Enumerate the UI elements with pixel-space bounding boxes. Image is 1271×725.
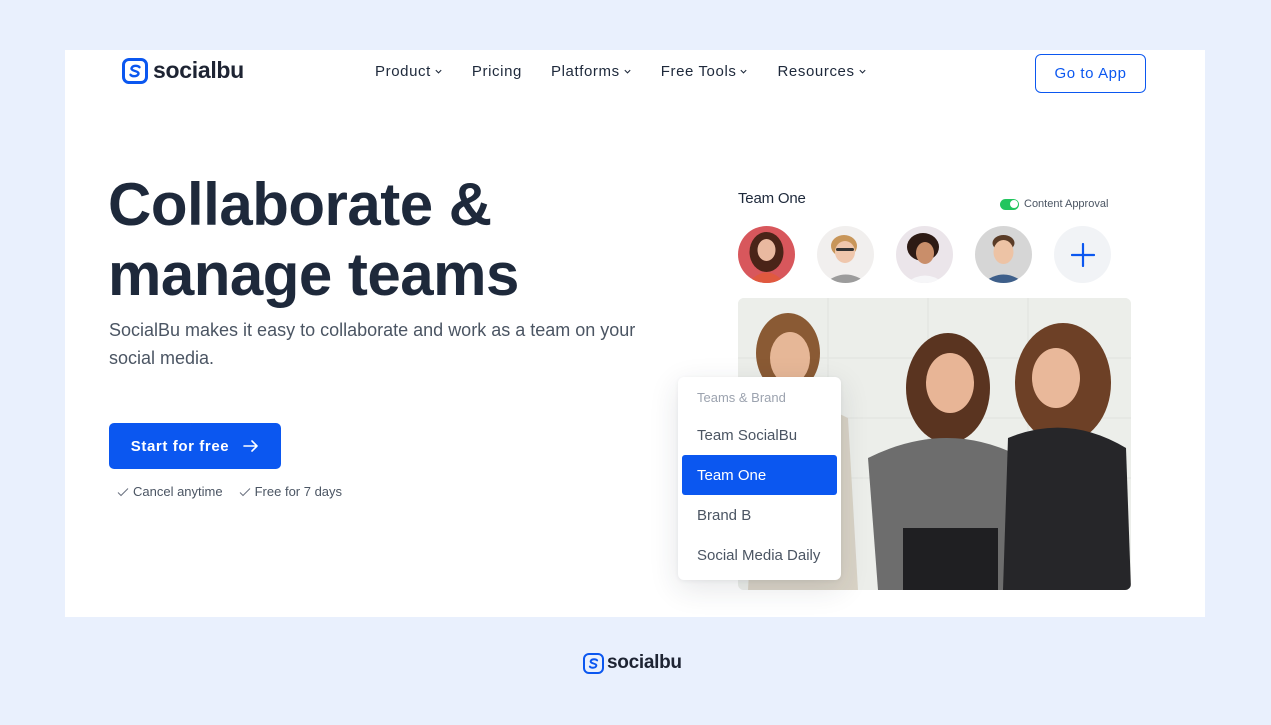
arrow-right-icon bbox=[243, 440, 259, 452]
dropdown-item-social-media-daily[interactable]: Social Media Daily bbox=[682, 535, 837, 575]
nav-resources-label: Resources bbox=[777, 63, 855, 80]
member-photo-1 bbox=[738, 226, 795, 283]
chevron-down-icon bbox=[859, 69, 866, 74]
dropdown-item-team-one[interactable]: Team One bbox=[682, 455, 837, 495]
team-title: Team One bbox=[738, 190, 806, 207]
hero-headline: Collaborate & manage teams bbox=[108, 170, 519, 310]
avatar[interactable] bbox=[975, 226, 1032, 283]
checkmark-icon bbox=[117, 487, 129, 496]
avatar[interactable] bbox=[817, 226, 874, 283]
member-photo-2 bbox=[817, 226, 874, 283]
perk-item: Cancel anytime bbox=[117, 484, 223, 499]
headline-line-1: Collaborate & bbox=[108, 171, 492, 238]
content-approval-toggle[interactable] bbox=[1000, 198, 1019, 210]
brand-logo[interactable]: socialbu bbox=[122, 57, 244, 84]
headline-line-2: manage teams bbox=[108, 241, 519, 308]
socialbu-logo-icon bbox=[583, 652, 604, 674]
perk-item: Free for 7 days bbox=[239, 484, 342, 499]
nav-platforms-label: Platforms bbox=[550, 63, 620, 80]
main-nav: Product Pricing Platforms Free Tools Res… bbox=[375, 63, 867, 80]
footer-logo: socialbu bbox=[583, 652, 682, 674]
footer-brand-name: socialbu bbox=[607, 652, 682, 673]
hero-subtext: SocialBu makes it easy to collaborate an… bbox=[109, 320, 636, 368]
team-members bbox=[738, 226, 1111, 283]
chevron-down-icon bbox=[740, 69, 748, 74]
nav-product-label: Product bbox=[375, 63, 431, 80]
start-for-free-button[interactable]: Start for free bbox=[109, 423, 281, 469]
nav-pricing[interactable]: Pricing bbox=[472, 63, 522, 80]
member-photo-3 bbox=[896, 226, 953, 283]
socialbu-logo-icon bbox=[122, 57, 148, 84]
cta-label: Start for free bbox=[130, 437, 230, 455]
nav-pricing-label: Pricing bbox=[471, 63, 522, 80]
member-photo-4 bbox=[975, 226, 1032, 283]
perk-label: Cancel anytime bbox=[133, 484, 223, 499]
plus-icon bbox=[1070, 242, 1095, 267]
nav-free-tools[interactable]: Free Tools bbox=[661, 63, 749, 80]
chevron-down-icon bbox=[435, 69, 442, 74]
dropdown-header: Teams & Brand bbox=[697, 390, 786, 405]
content-approval-label: Content Approval bbox=[1024, 198, 1109, 210]
hero-card: socialbu Product Pricing Platforms Free … bbox=[65, 50, 1205, 617]
go-to-app-button[interactable]: Go to App bbox=[1035, 54, 1146, 93]
chevron-down-icon bbox=[624, 69, 631, 74]
avatar[interactable] bbox=[896, 226, 953, 283]
perks-list: Cancel anytime Free for 7 days bbox=[117, 484, 342, 499]
perk-label: Free for 7 days bbox=[254, 484, 343, 499]
nav-platforms[interactable]: Platforms bbox=[551, 63, 632, 80]
brand-name: socialbu bbox=[153, 57, 244, 83]
avatar[interactable] bbox=[738, 226, 795, 283]
dropdown-item-team-socialbu[interactable]: Team SocialBu bbox=[682, 415, 837, 455]
team-switcher-dropdown: Teams & Brand Team SocialBu Team One Bra… bbox=[678, 377, 841, 580]
checkmark-icon bbox=[239, 487, 250, 496]
add-member-button[interactable] bbox=[1054, 226, 1111, 283]
nav-product[interactable]: Product bbox=[375, 63, 443, 80]
nav-free-tools-label: Free Tools bbox=[660, 63, 737, 80]
dropdown-item-brand-b[interactable]: Brand B bbox=[682, 495, 837, 535]
nav-resources[interactable]: Resources bbox=[777, 63, 866, 80]
content-approval: Content Approval bbox=[1000, 198, 1108, 210]
